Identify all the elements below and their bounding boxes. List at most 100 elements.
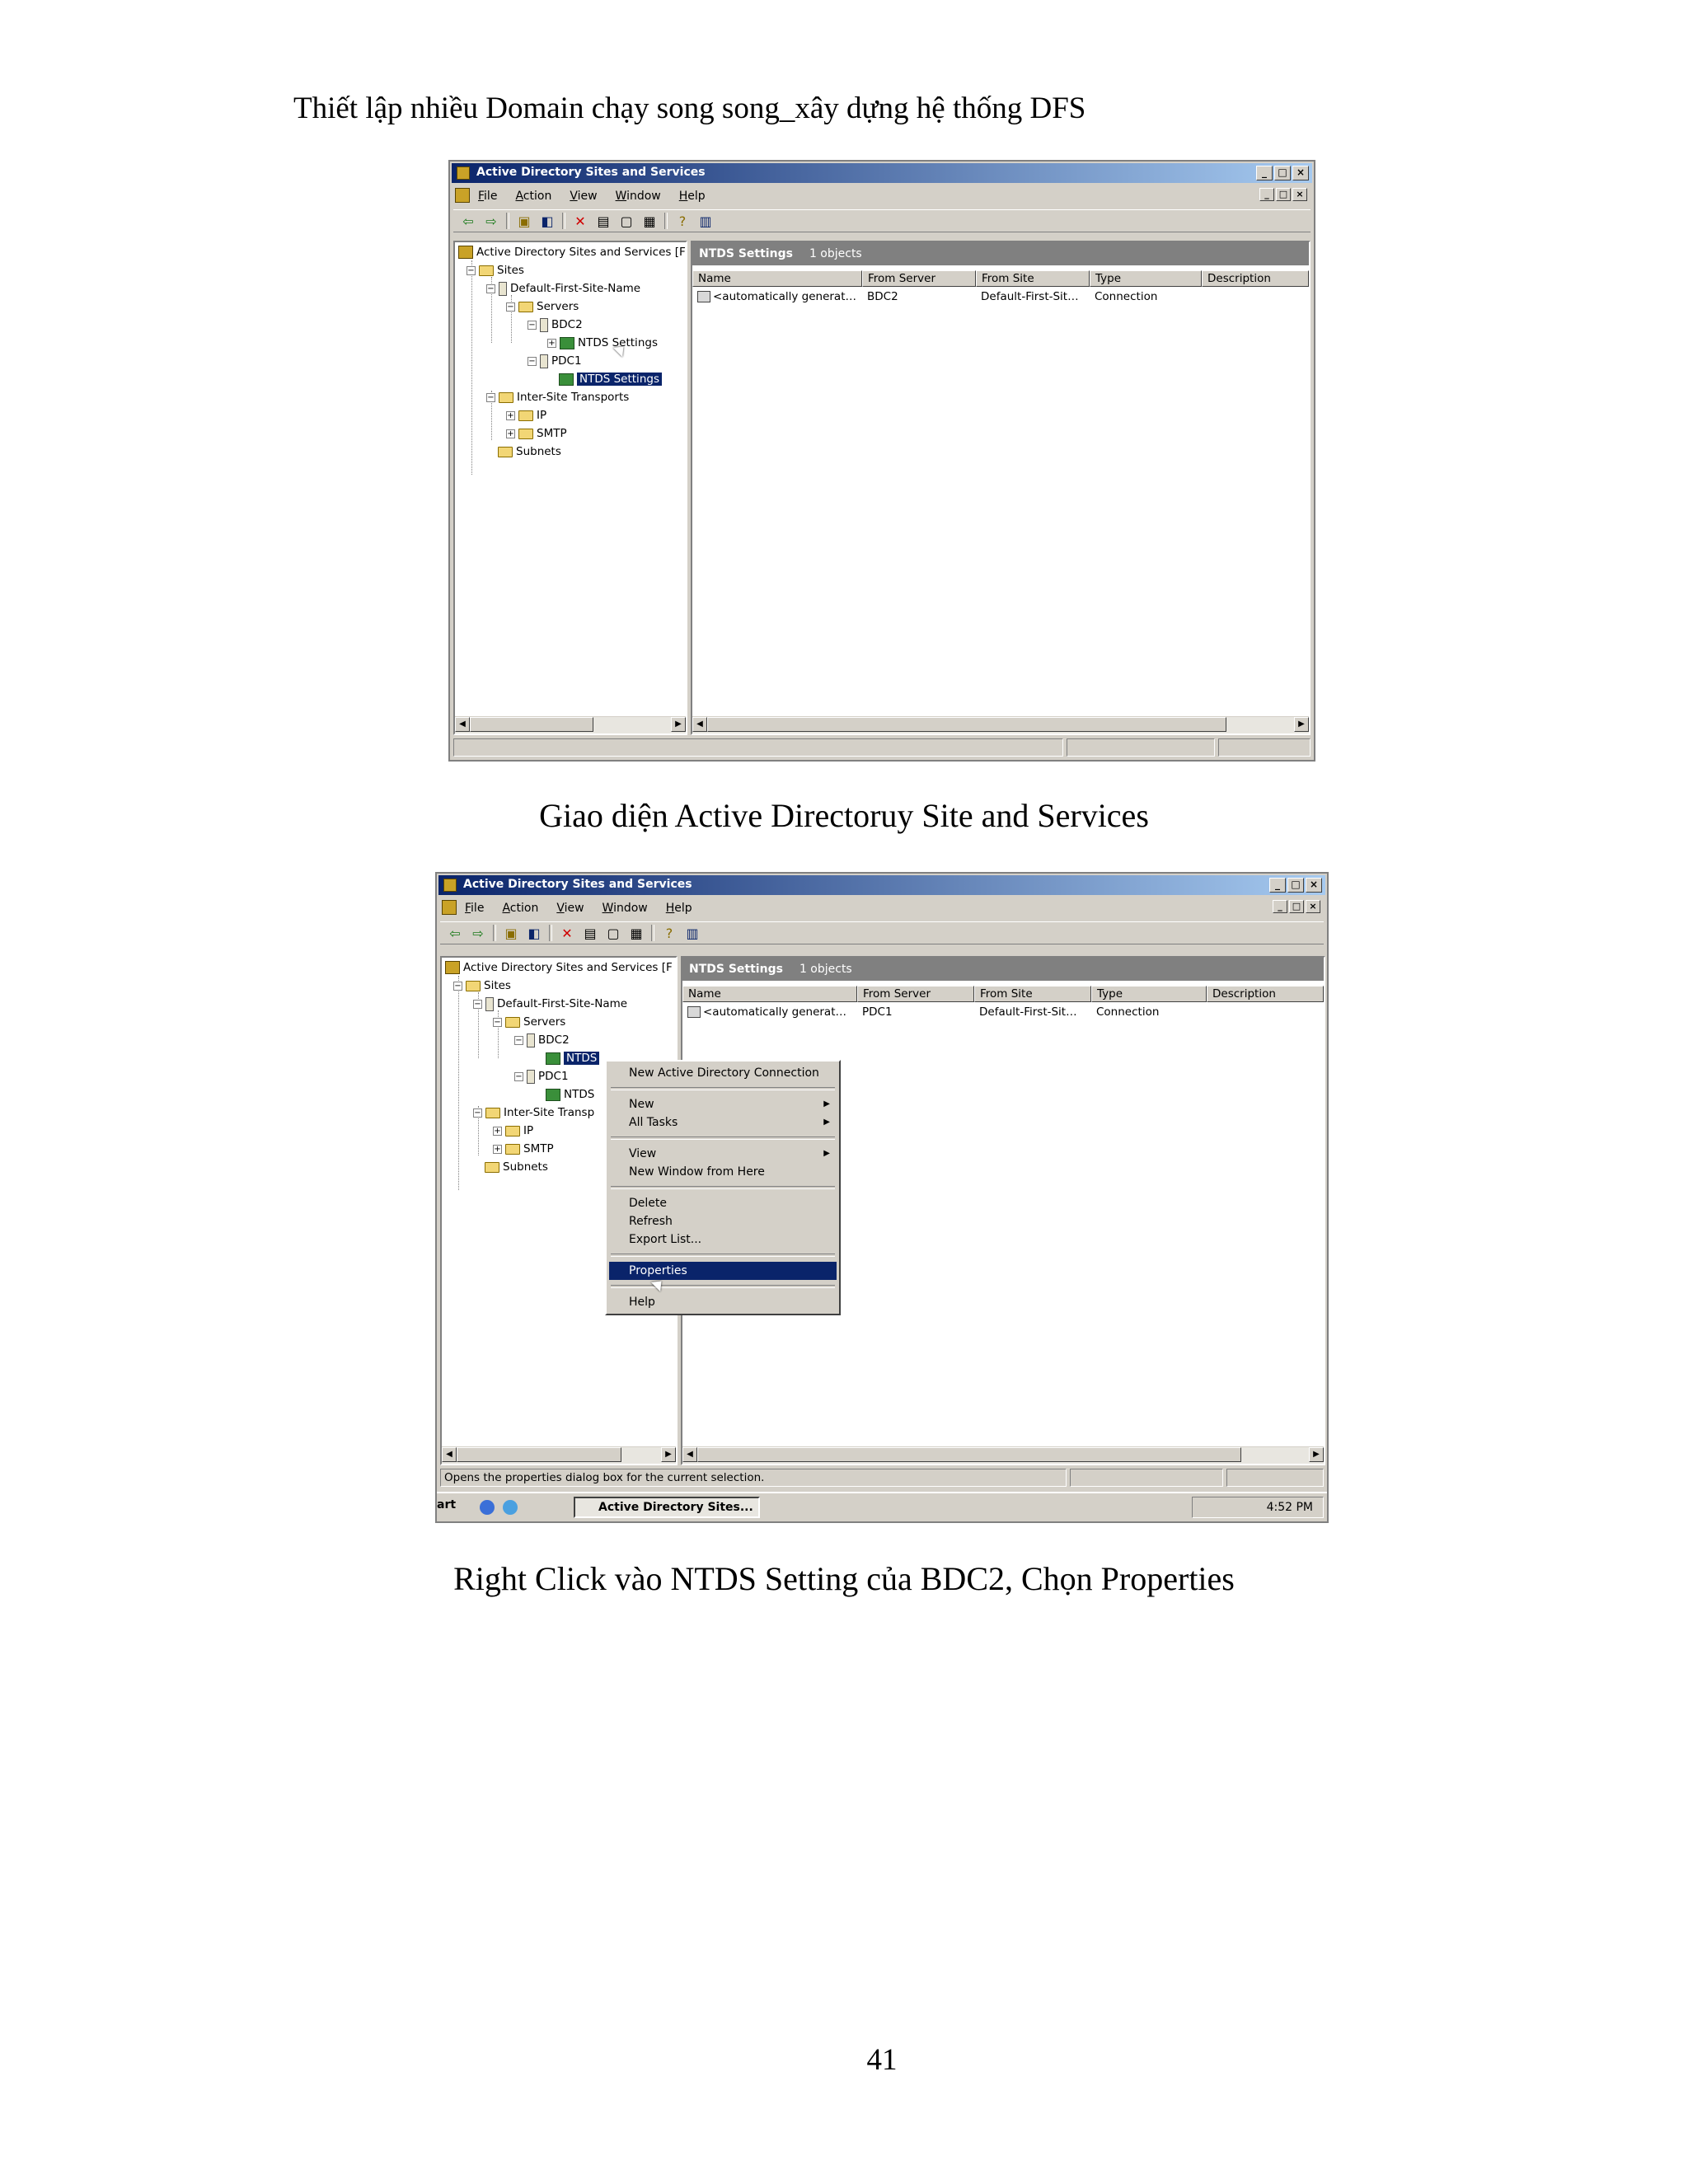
scroll-right-button[interactable]: ▶ <box>671 717 686 732</box>
properties-icon[interactable]: ▤ <box>582 925 598 941</box>
expand-icon[interactable]: + <box>547 338 556 348</box>
list-row[interactable]: <automatically generat… PDC1 Default-Fir… <box>682 1004 1324 1020</box>
scroll-thumb[interactable] <box>697 1447 1241 1462</box>
show-tree-icon[interactable]: ◧ <box>539 213 556 229</box>
tree-item-pdc1[interactable]: − PDC1 <box>514 1068 569 1085</box>
tree-item-bdc2-ntds[interactable]: + NTDS Settings <box>547 335 658 351</box>
scroll-left-button[interactable]: ◀ <box>692 717 707 732</box>
tree-pane[interactable]: Active Directory Sites and Services [F −… <box>453 241 687 735</box>
menu-window[interactable]: Window <box>603 902 648 915</box>
start-button[interactable]: art <box>437 1498 456 1511</box>
scroll-left-button[interactable]: ◀ <box>455 717 470 732</box>
menu-file[interactable]: File <box>478 190 497 203</box>
tree-item-servers[interactable]: − Servers <box>493 1014 565 1030</box>
collapse-icon[interactable]: − <box>467 265 476 275</box>
scroll-right-button[interactable]: ▶ <box>1294 717 1309 732</box>
tree-item-subnets[interactable]: Subnets <box>498 443 561 460</box>
expand-icon[interactable]: + <box>506 410 515 420</box>
menu-view[interactable]: View <box>570 190 597 203</box>
show-tree-icon[interactable]: ◧ <box>526 925 542 941</box>
menu-item-new-window[interactable]: New Window from Here <box>609 1163 837 1181</box>
scroll-right-button[interactable]: ▶ <box>661 1447 676 1462</box>
expand-icon[interactable]: + <box>493 1144 502 1154</box>
menu-item-delete[interactable]: Delete <box>609 1194 837 1212</box>
menu-help[interactable]: Help <box>666 902 692 915</box>
collapse-icon[interactable]: − <box>473 999 482 1009</box>
mdi-minimize-button[interactable]: _ <box>1259 188 1274 201</box>
help-icon[interactable]: ? <box>674 213 691 229</box>
tree-item-bdc2-ntds[interactable]: NTDS <box>546 1050 600 1066</box>
tree-item-ip[interactable]: + IP <box>506 407 546 424</box>
minimize-button[interactable]: _ <box>1256 166 1273 180</box>
back-icon[interactable]: ⇦ <box>460 213 476 229</box>
menu-window[interactable]: Window <box>616 190 661 203</box>
tree-item-subnets[interactable]: Subnets <box>485 1159 548 1175</box>
collapse-icon[interactable]: − <box>486 284 495 293</box>
minimize-button[interactable]: _ <box>1269 878 1286 893</box>
mdi-restore-button[interactable]: □ <box>1289 900 1304 913</box>
menu-action[interactable]: Action <box>515 190 551 203</box>
collapse-icon[interactable]: − <box>514 1035 523 1045</box>
menu-item-help[interactable]: Help <box>609 1293 837 1311</box>
scroll-left-button[interactable]: ◀ <box>442 1447 457 1462</box>
mdi-minimize-button[interactable]: _ <box>1273 900 1287 913</box>
mdi-close-button[interactable]: × <box>1306 900 1320 913</box>
menu-item-export-list[interactable]: Export List... <box>609 1230 837 1249</box>
close-button[interactable]: × <box>1292 166 1309 180</box>
list-horizontal-scrollbar[interactable]: ◀ ▶ <box>692 716 1309 733</box>
collapse-icon[interactable]: − <box>493 1017 502 1027</box>
column-type[interactable]: Type <box>1090 270 1202 287</box>
collapse-icon[interactable]: − <box>453 981 462 991</box>
column-description[interactable]: Description <box>1202 270 1309 287</box>
menu-item-refresh[interactable]: Refresh <box>609 1212 837 1230</box>
collapse-icon[interactable]: − <box>506 302 515 312</box>
maximize-button[interactable]: □ <box>1287 878 1304 893</box>
menu-file[interactable]: File <box>465 902 484 915</box>
menu-item-properties[interactable]: Properties <box>609 1262 837 1280</box>
delete-icon[interactable]: ✕ <box>572 213 588 229</box>
scroll-thumb[interactable] <box>457 1447 621 1462</box>
quick-launch-desktop-icon[interactable] <box>503 1500 518 1515</box>
menu-item-all-tasks[interactable]: All Tasks ▶ <box>609 1113 837 1132</box>
menu-item-new-connection[interactable]: New Active Directory Connection <box>609 1064 837 1082</box>
menu-view[interactable]: View <box>556 902 584 915</box>
tree-item-smtp[interactable]: + SMTP <box>506 425 567 442</box>
tree-item-site[interactable]: − Default-First-Site-Name <box>486 280 640 297</box>
scroll-thumb[interactable] <box>707 717 1226 732</box>
scroll-left-button[interactable]: ◀ <box>682 1447 697 1462</box>
help-icon[interactable]: ? <box>661 925 678 941</box>
tree-root[interactable]: Active Directory Sites and Services [F <box>445 959 673 976</box>
tree-horizontal-scrollbar[interactable]: ◀ ▶ <box>455 716 686 733</box>
expand-icon[interactable]: + <box>506 429 515 438</box>
console-icon[interactable]: ▥ <box>684 925 701 941</box>
column-from-server[interactable]: From Server <box>857 986 974 1002</box>
tree-item-sites[interactable]: − Sites <box>453 977 511 994</box>
tree-item-inter-site[interactable]: − Inter-Site Transports <box>486 389 629 405</box>
tree-item-servers[interactable]: − Servers <box>506 298 579 315</box>
tree-item-site[interactable]: − Default-First-Site-Name <box>473 996 627 1012</box>
collapse-icon[interactable]: − <box>528 320 537 330</box>
tree-item-inter-site[interactable]: − Inter-Site Transp <box>473 1104 594 1121</box>
tree-item-pdc1-ntds[interactable]: NTDS <box>546 1086 594 1103</box>
column-name[interactable]: Name <box>692 270 862 287</box>
delete-icon[interactable]: ✕ <box>559 925 575 941</box>
menu-action[interactable]: Action <box>502 902 538 915</box>
expand-icon[interactable]: + <box>493 1126 502 1136</box>
scroll-right-button[interactable]: ▶ <box>1309 1447 1324 1462</box>
export-icon[interactable]: ▢ <box>618 213 635 229</box>
up-folder-icon[interactable]: ▣ <box>516 213 532 229</box>
tree-item-pdc1[interactable]: − PDC1 <box>528 353 582 369</box>
tree-item-ip[interactable]: + IP <box>493 1122 533 1139</box>
forward-icon[interactable]: ⇨ <box>483 213 499 229</box>
tree-item-pdc1-ntds[interactable]: NTDS Settings <box>559 371 662 387</box>
list-pane[interactable]: NTDS Settings 1 objects Name From Server… <box>691 241 1311 735</box>
column-from-server[interactable]: From Server <box>862 270 976 287</box>
close-button[interactable]: × <box>1306 878 1322 893</box>
tree-item-sites[interactable]: − Sites <box>467 262 524 279</box>
maximize-button[interactable]: □ <box>1274 166 1291 180</box>
back-icon[interactable]: ⇦ <box>447 925 463 941</box>
forward-icon[interactable]: ⇨ <box>470 925 486 941</box>
collapse-icon[interactable]: − <box>486 392 495 402</box>
tree-horizontal-scrollbar[interactable]: ◀ ▶ <box>442 1446 676 1464</box>
mdi-close-button[interactable]: × <box>1292 188 1307 201</box>
